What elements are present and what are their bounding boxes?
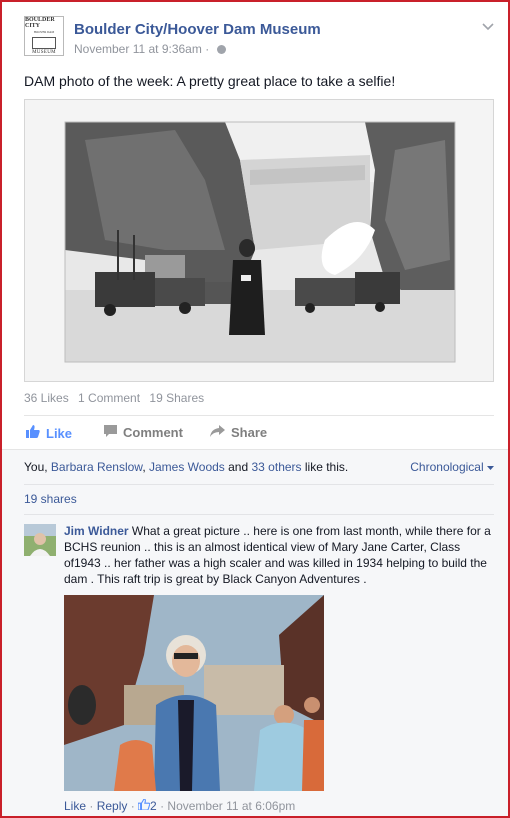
post-card: BOULDER CITY HOOVER DAM MUSEUM Boulder C… xyxy=(2,2,508,816)
liker-link-1[interactable]: Barbara Renslow xyxy=(51,460,142,474)
comment-reply-link[interactable]: Reply xyxy=(97,799,128,813)
thumbs-up-icon[interactable] xyxy=(137,798,151,813)
page-logo[interactable]: BOULDER CITY HOOVER DAM MUSEUM xyxy=(24,16,64,56)
comment-author-link[interactable]: Jim Widner xyxy=(64,524,129,538)
share-label: Share xyxy=(231,425,268,440)
share-button[interactable]: Share xyxy=(210,425,267,440)
globe-icon[interactable] xyxy=(216,45,226,54)
divider xyxy=(24,514,494,515)
divider xyxy=(24,415,494,416)
shares-link[interactable]: 19 shares xyxy=(24,492,77,506)
comment-button[interactable]: Comment xyxy=(104,425,183,440)
dot-separator: · xyxy=(86,799,97,813)
logo-line-2: HOOVER DAM xyxy=(33,30,55,34)
shares-count[interactable]: 19 Shares xyxy=(149,391,204,405)
likes-prefix: You, xyxy=(24,460,51,474)
likes-and: and xyxy=(224,460,252,474)
page-name-link[interactable]: Boulder City/Hoover Dam Museum xyxy=(74,21,321,38)
post-header: BOULDER CITY HOOVER DAM MUSEUM Boulder C… xyxy=(24,16,494,60)
comment-reaction-count[interactable]: 2 xyxy=(150,799,157,813)
likes-sentence: You, Barbara Renslow, James Woods and 33… xyxy=(24,460,348,474)
post-photo[interactable] xyxy=(24,99,494,382)
post-meta: November 11 at 9:36am · xyxy=(74,42,226,56)
post-timestamp[interactable]: November 11 at 9:36am xyxy=(74,42,202,56)
logo-line-1: BOULDER CITY xyxy=(25,17,55,29)
comment-body: Jim Widner What a great picture .. here … xyxy=(64,523,494,587)
comments-count[interactable]: 1 Comment xyxy=(78,391,140,405)
chevron-down-icon[interactable] xyxy=(482,20,494,31)
dam-photo-illustration xyxy=(25,100,493,381)
action-bar: Like Comment Share xyxy=(24,419,494,449)
likes-count[interactable]: 36 Likes xyxy=(24,391,69,405)
dot-separator: · xyxy=(156,799,168,813)
post-stats: 36 Likes 1 Comment 19 Shares xyxy=(24,391,210,405)
dot-separator: · xyxy=(127,799,139,813)
likes-suffix: like this. xyxy=(301,460,349,474)
comment-photo[interactable] xyxy=(64,595,324,791)
sort-label: Chronological xyxy=(410,460,484,474)
comment-icon xyxy=(104,425,117,440)
comment-timestamp[interactable]: November 11 at 6:06pm xyxy=(167,799,295,813)
commenter-avatar[interactable] xyxy=(24,524,56,556)
comment-actions: Like · Reply · 2 · November 11 at 6:06pm xyxy=(64,798,295,813)
comment-label: Comment xyxy=(123,425,183,440)
post-text: DAM photo of the week: A pretty great pl… xyxy=(24,73,396,89)
caret-down-icon xyxy=(487,460,494,474)
share-icon xyxy=(210,425,225,440)
like-button[interactable]: Like xyxy=(26,425,72,441)
thumbs-up-icon xyxy=(26,425,40,441)
meta-separator: · xyxy=(201,42,213,56)
comment-like-link[interactable]: Like xyxy=(64,799,86,813)
comment-sort-dropdown[interactable]: Chronological xyxy=(410,460,494,474)
like-label: Like xyxy=(46,425,73,441)
liker-link-2[interactable]: James Woods xyxy=(149,460,225,474)
comment-text: What a great picture .. here is one from… xyxy=(64,524,491,586)
logo-emblem xyxy=(32,37,56,49)
divider xyxy=(24,484,494,485)
logo-line-3: MUSEUM xyxy=(32,50,56,55)
others-link[interactable]: 33 others xyxy=(252,460,302,474)
ufi-section: You, Barbara Renslow, James Woods and 33… xyxy=(2,449,508,816)
likes-sep: , xyxy=(142,460,149,474)
